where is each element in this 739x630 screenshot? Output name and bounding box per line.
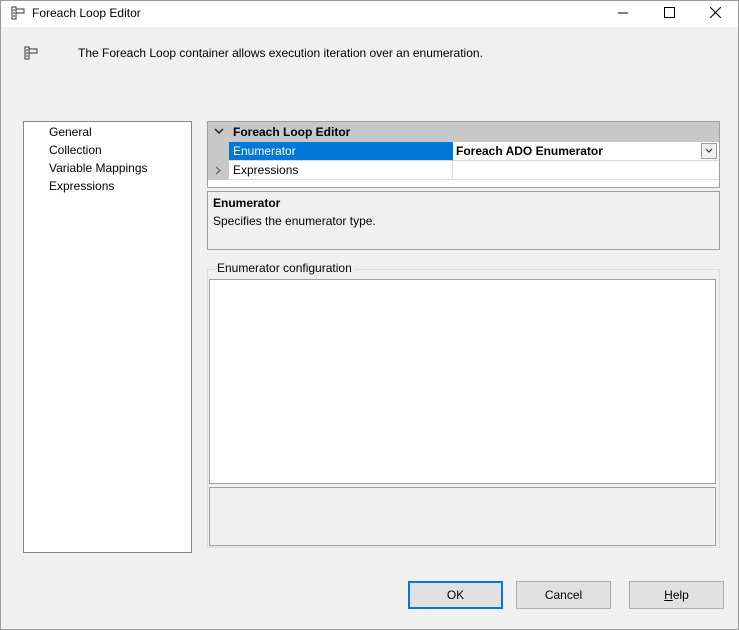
- header-band: [1, 27, 738, 117]
- chevron-right-icon[interactable]: [208, 161, 229, 180]
- dropdown-button[interactable]: [701, 143, 717, 159]
- nav-item-label: Variable Mappings: [49, 161, 148, 175]
- group-label: Enumerator configuration: [215, 261, 354, 275]
- property-value: Foreach ADO Enumerator: [456, 144, 603, 158]
- description-title: Enumerator: [213, 196, 281, 210]
- property-grid: Foreach Loop Editor Enumerator Foreach A…: [207, 121, 720, 188]
- foreach-loop-editor-window: Foreach Loop Editor The Foreach Loop con: [0, 0, 739, 630]
- property-name[interactable]: Expressions: [229, 161, 453, 180]
- nav-item-label: Expressions: [49, 179, 115, 193]
- enumerator-configuration-area[interactable]: [209, 279, 716, 484]
- configuration-description-panel: [209, 487, 716, 546]
- maximize-icon: [663, 7, 675, 21]
- property-row-enumerator[interactable]: Enumerator Foreach ADO Enumerator: [208, 142, 719, 161]
- nav-item-general[interactable]: General: [49, 123, 92, 141]
- minimize-icon: [618, 7, 628, 21]
- nav-item-collection[interactable]: Collection: [49, 141, 102, 159]
- window-title: Foreach Loop Editor: [32, 6, 141, 20]
- description-text: Specifies the enumerator type.: [213, 214, 376, 228]
- nav-item-label: General: [49, 125, 92, 139]
- row-gutter: [208, 161, 229, 180]
- nav-item-variable-mappings[interactable]: Variable Mappings: [49, 159, 148, 177]
- nav-item-expressions[interactable]: Expressions: [49, 177, 114, 195]
- foreach-loop-icon: [11, 6, 25, 20]
- row-gutter: [208, 142, 229, 161]
- foreach-loop-icon: [24, 46, 38, 60]
- close-icon: [709, 6, 721, 21]
- help-label-rest: elp: [672, 588, 689, 602]
- page-navigation-list: General Collection Variable Mappings Exp…: [23, 121, 192, 553]
- property-value[interactable]: [453, 161, 719, 180]
- property-category-label: Foreach Loop Editor: [233, 125, 351, 139]
- property-row-expressions[interactable]: Expressions: [208, 161, 719, 180]
- header-description: The Foreach Loop container allows execut…: [78, 46, 483, 60]
- help-button[interactable]: Help: [629, 581, 724, 609]
- property-name[interactable]: Enumerator: [229, 142, 453, 161]
- property-description-panel: Enumerator Specifies the enumerator type…: [207, 191, 720, 250]
- chevron-down-icon: [705, 148, 713, 153]
- maximize-button[interactable]: [646, 1, 692, 27]
- nav-item-label: Collection: [49, 143, 102, 157]
- minimize-button[interactable]: [600, 1, 646, 27]
- title-bar: Foreach Loop Editor: [1, 1, 738, 27]
- ok-button[interactable]: OK: [408, 581, 503, 609]
- chevron-down-icon[interactable]: [212, 124, 226, 138]
- help-mnemonic: H: [664, 588, 673, 602]
- cancel-button[interactable]: Cancel: [516, 581, 611, 609]
- enumerator-select[interactable]: Foreach ADO Enumerator: [453, 142, 719, 161]
- close-button[interactable]: [692, 1, 738, 27]
- property-category-header[interactable]: Foreach Loop Editor: [208, 122, 719, 142]
